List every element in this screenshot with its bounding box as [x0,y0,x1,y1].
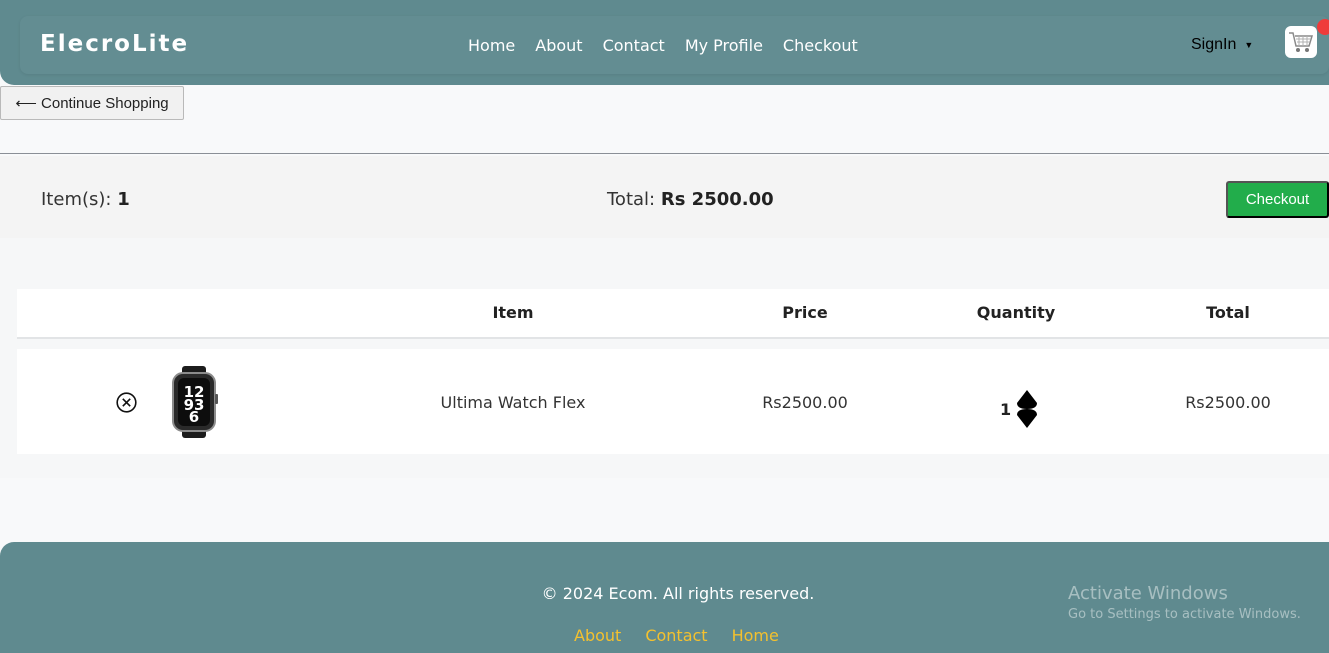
footer-link-about[interactable]: About [574,626,621,645]
brand-logo[interactable]: ElecroLite [40,31,189,57]
footer-link-home[interactable]: Home [732,626,779,645]
stepper-down-icon[interactable] [1017,409,1038,428]
items-label: Item(s): [41,189,112,210]
cart-icon [1289,32,1314,52]
header-total: Total [1206,303,1250,322]
signin-dropdown[interactable]: SignIn ▼ [1191,36,1253,54]
header-item: Item [492,303,534,322]
signin-label: SignIn [1191,36,1237,53]
caret-down-icon: ▼ [1244,40,1254,50]
total-label: Total: [607,189,656,210]
header-price: Price [782,303,828,322]
svg-text:6: 6 [189,408,199,426]
nav-home[interactable]: Home [468,36,515,55]
footer-nav: About Contact Home [574,626,779,645]
cart-badge [1317,19,1329,35]
cart-button[interactable] [1285,26,1317,58]
header-quantity: Quantity [976,303,1056,322]
stepper-up-icon[interactable] [1017,390,1038,409]
product-image: 12 93 6 [172,366,218,438]
nav-my-profile[interactable]: My Profile [685,36,763,55]
quantity-stepper: 1 [1000,390,1038,428]
total-value: Rs 2500.00 [660,189,774,210]
items-count-value: 1 [117,189,130,210]
watermark-title: Activate Windows [1068,583,1228,604]
nav-contact[interactable]: Contact [603,36,665,55]
row-total: Rs2500.00 [1185,393,1271,412]
continue-shopping-button[interactable]: ⟵ Continue Shopping [0,86,184,120]
cart-table-header [17,289,1329,339]
stepper [1017,390,1038,428]
nav-checkout[interactable]: Checkout [783,36,858,55]
cart-total: Total: Rs 2500.00 [607,189,774,210]
main-nav: Home About Contact My Profile Checkout [468,36,858,55]
quantity-value: 1 [1000,399,1012,419]
windows-activation-watermark: Activate Windows Go to Settings to activ… [1068,583,1301,622]
checkout-button[interactable]: Checkout [1226,181,1329,218]
watermark-subtitle: Go to Settings to activate Windows. [1068,607,1301,622]
items-count: Item(s): 1 [41,189,130,210]
nav-about[interactable]: About [535,36,582,55]
remove-circle-icon[interactable] [116,392,137,413]
divider [0,153,1329,154]
product-price: Rs2500.00 [762,393,848,412]
product-name[interactable]: Ultima Watch Flex [441,393,586,412]
footer-link-contact[interactable]: Contact [645,626,707,645]
copyright: © 2024 Ecom. All rights reserved. [541,584,815,603]
